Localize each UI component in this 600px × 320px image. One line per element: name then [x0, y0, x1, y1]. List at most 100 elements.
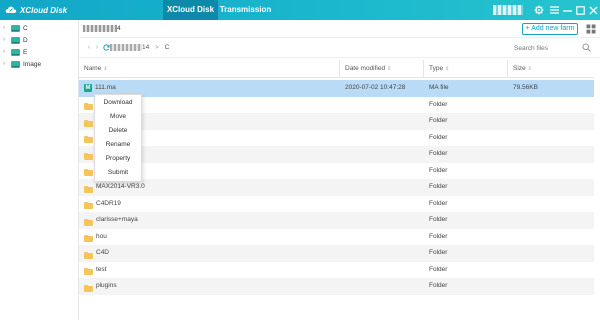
close-icon[interactable]: [587, 4, 599, 16]
table-row[interactable]: M 111.ma 2020-07-02 10:47:28 MA file 79.56KB: [79, 80, 594, 97]
current-path[interactable]: 14 > C: [110, 43, 169, 53]
maximize-icon[interactable]: [574, 4, 586, 16]
cell-type: Folder: [429, 117, 448, 124]
drive-icon: [11, 36, 20, 44]
column-header-date[interactable]: Date modified ⇕: [340, 60, 424, 78]
menu-item-rename[interactable]: Rename: [95, 138, 141, 152]
cell-date: [345, 278, 423, 295]
sidebar-item-label: Image: [23, 60, 42, 68]
cell-date: [345, 113, 423, 130]
tab-xcloud-disk[interactable]: XCloud Disk: [163, 0, 218, 20]
sidebar-item-e[interactable]: › E: [0, 46, 78, 58]
cell-size: [513, 163, 591, 180]
table-row[interactable]: Folder: [79, 113, 594, 130]
cell-type: MA file: [429, 84, 449, 91]
title-bar: XCloud Disk XCloud Disk Transmission: [0, 0, 600, 20]
sidebar-item-d[interactable]: › D: [0, 34, 78, 46]
redacted-path: [110, 43, 142, 51]
chevron-right-icon[interactable]: ›: [3, 25, 11, 31]
cell-name: plugins: [84, 278, 334, 295]
cell-date: [345, 97, 423, 114]
table-row[interactable]: Folder: [79, 163, 594, 180]
cell-size: [513, 262, 591, 279]
table-row[interactable]: C4DR19 Folder: [79, 196, 594, 213]
forward-icon[interactable]: ›: [93, 43, 101, 53]
column-header-size[interactable]: Size ⇕: [508, 60, 594, 78]
menu-item-delete[interactable]: Delete: [95, 124, 141, 138]
cell-size: [513, 196, 591, 213]
cell-date: [345, 229, 423, 246]
table-row[interactable]: plugins Folder: [79, 278, 594, 295]
toolbar: 4 + Add new farm: [79, 20, 600, 38]
chevron-right-icon[interactable]: ›: [3, 37, 11, 43]
back-icon[interactable]: ‹: [85, 43, 93, 53]
path-current: C: [164, 44, 170, 51]
cell-type: Folder: [429, 100, 448, 108]
cell-size: [513, 212, 591, 229]
cell-date: [345, 146, 423, 163]
cell-size: [513, 245, 591, 262]
table-row[interactable]: MAX2014-VR3.0 Folder: [79, 179, 594, 196]
vertical-scrollbar[interactable]: [596, 78, 600, 320]
cell-name: test: [84, 262, 334, 279]
sort-icon: ⇕: [387, 66, 392, 72]
file-name: C4DR19: [96, 199, 121, 207]
drive-icon: [11, 60, 20, 68]
sidebar-item-label: D: [23, 36, 28, 44]
add-new-farm-button[interactable]: + Add new farm: [522, 23, 578, 35]
cell-name: hou: [84, 229, 334, 246]
cell-type: Folder: [429, 249, 448, 256]
cell-name: clarisse+maya: [84, 212, 334, 229]
cell-date: [345, 130, 423, 147]
grid-view-icon[interactable]: [586, 24, 596, 34]
table-row[interactable]: test Folder: [79, 262, 594, 279]
table-row[interactable]: Folder: [79, 146, 594, 163]
sidebar-item-image[interactable]: › Image: [0, 58, 78, 70]
table-row[interactable]: Folder: [79, 130, 594, 147]
menu-icon[interactable]: [548, 4, 560, 16]
sort-icon: ⇕: [103, 66, 108, 72]
ma-file-icon: M: [84, 84, 92, 93]
folder-icon: [84, 283, 93, 292]
cell-date: [345, 179, 423, 196]
table-row[interactable]: C4D Folder: [79, 245, 594, 262]
path-separator: >: [155, 44, 159, 51]
cell-type: Folder: [429, 232, 448, 240]
minimize-icon[interactable]: [561, 4, 573, 16]
search-input[interactable]: [507, 41, 593, 55]
navigation-bar: ‹ › 14 > C: [79, 38, 600, 58]
folder-icon: [84, 167, 93, 177]
menu-item-move[interactable]: Move: [95, 110, 141, 124]
search-icon[interactable]: [582, 43, 591, 52]
cell-size: [513, 179, 591, 196]
table-header: Name ⇕ Date modified ⇕ Type ⇕ Size ⇕: [79, 60, 594, 78]
column-header-name[interactable]: Name ⇕: [79, 60, 340, 78]
settings-icon[interactable]: [533, 4, 545, 16]
file-name: C4D: [96, 249, 110, 256]
search-box[interactable]: [507, 41, 593, 55]
table-row[interactable]: Folder: [79, 97, 594, 114]
sidebar-item-c[interactable]: › C: [0, 22, 78, 34]
menu-item-property[interactable]: Property: [95, 152, 141, 166]
menu-item-download[interactable]: Download: [95, 96, 141, 110]
cell-name: C4D: [84, 245, 334, 262]
user-account[interactable]: [493, 5, 523, 15]
menu-item-submit[interactable]: Submit: [95, 166, 141, 180]
table-row[interactable]: hou Folder: [79, 229, 594, 246]
breadcrumb[interactable]: 4: [83, 25, 121, 32]
refresh-icon[interactable]: [102, 43, 110, 53]
cell-date: [345, 262, 423, 279]
cell-size: [513, 130, 591, 147]
chevron-right-icon[interactable]: ›: [3, 49, 11, 55]
cell-date: 2020-07-02 10:47:28: [345, 84, 406, 91]
file-name: plugins: [96, 282, 117, 289]
column-header-type[interactable]: Type ⇕: [424, 60, 508, 78]
tab-transmission[interactable]: Transmission: [218, 0, 273, 20]
brand: XCloud Disk: [5, 4, 67, 16]
column-header-label: Size: [513, 65, 526, 72]
folder-icon: [84, 151, 93, 160]
chevron-right-icon[interactable]: ›: [3, 61, 11, 67]
cell-size: [513, 113, 591, 130]
table-row[interactable]: clarisse+maya Folder: [79, 212, 594, 229]
folder-icon: [84, 233, 93, 243]
